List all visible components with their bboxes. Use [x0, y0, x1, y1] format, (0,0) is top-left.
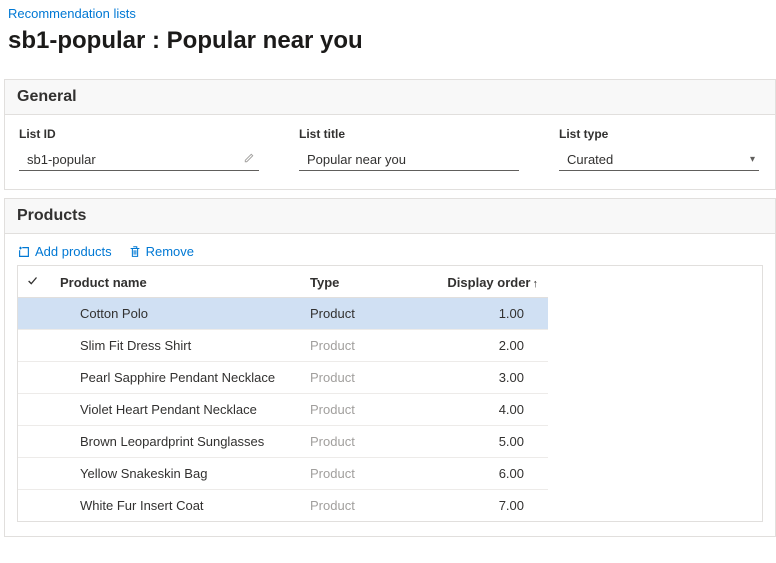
list-id-label: List ID [19, 127, 259, 141]
page-title: sb1-popular : Popular near you [0, 25, 776, 71]
sort-up-icon: ↑ [533, 278, 539, 290]
cell-product-name: Violet Heart Pendant Necklace [50, 394, 300, 426]
chevron-down-icon: ▾ [750, 154, 755, 165]
cell-product-name: Yellow Snakeskin Bag [50, 458, 300, 490]
products-toolbar: Add products Remove [5, 234, 775, 265]
row-selector[interactable] [18, 298, 50, 330]
cell-product-name: Slim Fit Dress Shirt [50, 330, 300, 362]
cell-display-order: 4.00 [430, 394, 548, 426]
row-selector[interactable] [18, 330, 50, 362]
cell-product-name: Cotton Polo [50, 298, 300, 330]
section-products: Products Add products Remove Product nam… [4, 198, 776, 537]
table-row[interactable]: White Fur Insert CoatProduct7.00 [18, 490, 548, 522]
general-form-row: List ID sb1-popular List title Popular n… [5, 115, 775, 189]
table-row[interactable]: Cotton PoloProduct1.00 [18, 298, 548, 330]
cell-type: Product [300, 298, 430, 330]
cell-display-order: 6.00 [430, 458, 548, 490]
col-type[interactable]: Type [300, 266, 430, 298]
select-all-header[interactable] [18, 266, 50, 298]
list-title-value: Popular near you [307, 152, 406, 167]
cell-type: Product [300, 362, 430, 394]
grid-header-row: Product name Type Display order↑ [18, 266, 548, 298]
row-selector[interactable] [18, 426, 50, 458]
table-row[interactable]: Brown Leopardprint SunglassesProduct5.00 [18, 426, 548, 458]
cell-display-order: 2.00 [430, 330, 548, 362]
cell-display-order: 3.00 [430, 362, 548, 394]
add-products-label: Add products [35, 244, 112, 259]
add-icon [17, 245, 31, 259]
field-list-id: List ID sb1-popular [19, 127, 259, 171]
cell-type: Product [300, 458, 430, 490]
cell-product-name: Brown Leopardprint Sunglasses [50, 426, 300, 458]
row-selector[interactable] [18, 458, 50, 490]
col-display-order[interactable]: Display order↑ [430, 266, 548, 298]
table-row[interactable]: Pearl Sapphire Pendant NecklaceProduct3.… [18, 362, 548, 394]
row-selector[interactable] [18, 394, 50, 426]
table-row[interactable]: Violet Heart Pendant NecklaceProduct4.00 [18, 394, 548, 426]
list-title-input[interactable]: Popular near you [299, 149, 519, 171]
cell-type: Product [300, 490, 430, 522]
checkmark-icon [26, 274, 40, 288]
cell-display-order: 7.00 [430, 490, 548, 522]
cell-type: Product [300, 394, 430, 426]
delete-icon [128, 245, 142, 259]
list-id-input[interactable]: sb1-popular [19, 149, 259, 171]
field-list-title: List title Popular near you [299, 127, 519, 171]
remove-label: Remove [146, 244, 194, 259]
products-grid: Product name Type Display order↑ Cotton … [17, 265, 763, 522]
cell-display-order: 1.00 [430, 298, 548, 330]
add-products-button[interactable]: Add products [17, 244, 112, 259]
list-id-value: sb1-popular [27, 152, 96, 167]
list-title-label: List title [299, 127, 519, 141]
table-row[interactable]: Yellow Snakeskin BagProduct6.00 [18, 458, 548, 490]
section-general-header: General [5, 80, 775, 115]
col-display-order-label: Display order [447, 275, 530, 290]
list-type-dropdown[interactable]: Curated ▾ [559, 149, 759, 171]
cell-product-name: White Fur Insert Coat [50, 490, 300, 522]
section-general: General List ID sb1-popular List title P… [4, 79, 776, 190]
row-selector[interactable] [18, 362, 50, 394]
list-type-value: Curated [567, 152, 613, 167]
table-row[interactable]: Slim Fit Dress ShirtProduct2.00 [18, 330, 548, 362]
cell-type: Product [300, 426, 430, 458]
row-selector[interactable] [18, 490, 50, 522]
cell-display-order: 5.00 [430, 426, 548, 458]
list-type-label: List type [559, 127, 759, 141]
cell-product-name: Pearl Sapphire Pendant Necklace [50, 362, 300, 394]
cell-type: Product [300, 330, 430, 362]
field-list-type: List type Curated ▾ [559, 127, 759, 171]
pencil-icon[interactable] [243, 152, 255, 167]
section-products-header: Products [5, 199, 775, 234]
col-product-name[interactable]: Product name [50, 266, 300, 298]
breadcrumb[interactable]: Recommendation lists [0, 0, 776, 25]
remove-button[interactable]: Remove [128, 244, 194, 259]
